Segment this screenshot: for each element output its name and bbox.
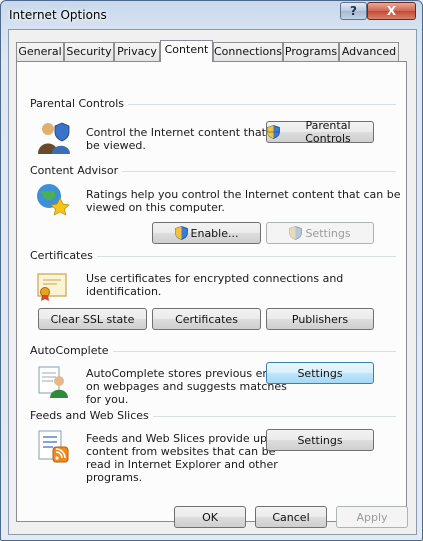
uac-shield-icon xyxy=(267,125,280,139)
certificate-icon xyxy=(37,273,67,301)
content-advisor-text-2: viewed on this computer. xyxy=(86,201,225,214)
close-icon: X xyxy=(386,4,397,18)
uac-shield-icon xyxy=(289,226,303,240)
tab-privacy[interactable]: Privacy xyxy=(114,42,160,61)
feeds-text-3: read in Internet Explorer and other xyxy=(86,458,278,471)
parental-controls-text-1: Control the Internet content that can xyxy=(86,126,290,139)
certificates-heading: Certificates xyxy=(30,249,97,262)
feeds-icon xyxy=(38,430,69,463)
ok-button[interactable]: OK xyxy=(174,506,246,528)
title-bar[interactable]: Internet Options ? X xyxy=(1,1,422,31)
help-icon: ? xyxy=(350,4,357,18)
autocomplete-icon xyxy=(38,366,68,398)
parental-controls-button-label: Parental Controls xyxy=(305,119,351,145)
tab-general[interactable]: General xyxy=(16,42,64,61)
internet-options-window: Internet Options ? X General Security Pr… xyxy=(0,0,423,541)
parental-controls-text-2: be viewed. xyxy=(86,139,146,152)
autocomplete-heading: AutoComplete xyxy=(30,344,113,357)
feeds-settings-button[interactable]: Settings xyxy=(266,429,374,451)
content-advisor-heading: Content Advisor xyxy=(30,164,123,177)
autocomplete-text-3: for you. xyxy=(86,393,129,406)
enable-button-label: Enable... xyxy=(190,226,239,240)
content-advisor-icon xyxy=(37,184,70,216)
certificates-button[interactable]: Certificates xyxy=(152,308,261,330)
uac-shield-icon xyxy=(174,226,188,240)
parental-controls-icon xyxy=(38,122,70,154)
content-tab-panel: Parental Controls Control the Internet c… xyxy=(16,61,407,522)
help-button[interactable]: ? xyxy=(340,2,367,20)
tab-content[interactable]: Content xyxy=(160,40,213,62)
autocomplete-settings-button[interactable]: Settings xyxy=(266,362,374,384)
window-title: Internet Options xyxy=(9,8,107,22)
clear-ssl-state-button[interactable]: Clear SSL state xyxy=(38,308,147,330)
tab-connections[interactable]: Connections xyxy=(213,42,283,61)
parental-controls-button[interactable]: Parental Controls xyxy=(266,119,374,145)
autocomplete-text-1: AutoComplete stores previous entries xyxy=(86,367,294,380)
tab-programs[interactable]: Programs xyxy=(283,42,339,61)
feeds-text-4: programs. xyxy=(86,471,143,484)
certificates-text: Use certificates for encrypted connectio… xyxy=(86,272,344,298)
apply-button[interactable]: Apply xyxy=(336,506,408,528)
feeds-text-2: content from websites that can be xyxy=(86,445,276,458)
feeds-heading: Feeds and Web Slices xyxy=(30,409,153,422)
content-advisor-text-1: Ratings help you control the Internet co… xyxy=(86,188,401,201)
tab-advanced[interactable]: Advanced xyxy=(339,42,399,61)
cancel-button[interactable]: Cancel xyxy=(255,506,327,528)
parental-controls-heading: Parental Controls xyxy=(30,97,128,110)
enable-button[interactable]: Enable... xyxy=(152,222,261,244)
content-advisor-settings-label: Settings xyxy=(305,226,351,240)
content-advisor-settings-button[interactable]: Settings xyxy=(266,222,374,244)
dialog-client-area: General Security Privacy Content Connect… xyxy=(8,29,417,535)
publishers-button[interactable]: Publishers xyxy=(266,308,374,330)
close-button[interactable]: X xyxy=(367,2,416,20)
tab-security[interactable]: Security xyxy=(64,42,114,61)
autocomplete-text-2: on webpages and suggests matches xyxy=(86,380,287,393)
